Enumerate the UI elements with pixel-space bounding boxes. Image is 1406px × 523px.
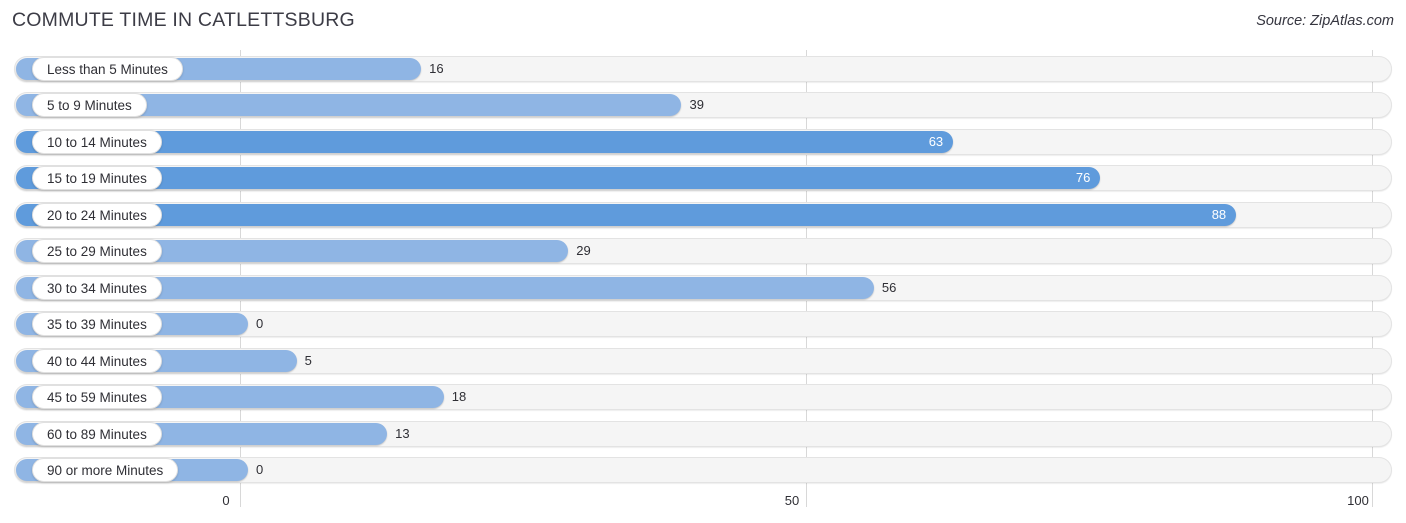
chart-row[interactable]: 39 5 to 9 Minutes (14, 92, 1392, 119)
chart-row[interactable]: 56 30 to 34 Minutes (14, 274, 1392, 301)
bar-value-label: 0 (256, 461, 264, 477)
category-label[interactable]: 25 to 29 Minutes (32, 239, 162, 264)
plot-area: 16 Less than 5 Minutes 39 5 to 9 Minutes 63 1… (0, 50, 1406, 485)
chart-row[interactable]: 16 Less than 5 Minutes (14, 56, 1392, 82)
x-axis: 0 50 100 (0, 485, 1406, 523)
chart-row[interactable]: 18 45 to 59 Minutes (14, 384, 1392, 411)
bar-value-label: 16 (429, 61, 444, 76)
x-tick-mark (240, 485, 241, 507)
x-tick-label: 50 (784, 493, 800, 508)
category-label[interactable]: 45 to 59 Minutes (32, 385, 162, 410)
bar-value-label: 88 (1211, 206, 1227, 222)
chart-row[interactable]: 13 60 to 89 Minutes (14, 420, 1392, 447)
x-tick-mark (806, 485, 807, 507)
bar[interactable]: 76 (16, 167, 1101, 190)
bar-value-label: 76 (1075, 170, 1091, 186)
category-label[interactable]: 40 to 44 Minutes (32, 348, 162, 373)
bar[interactable]: 88 (16, 203, 1237, 226)
category-label[interactable]: 15 to 19 Minutes (32, 166, 162, 191)
x-tick-label: 0 (222, 493, 230, 508)
category-label[interactable]: 20 to 24 Minutes (32, 202, 162, 227)
bar-value-label: 18 (451, 389, 467, 405)
x-tick-label: 100 (1347, 493, 1369, 508)
chart-row[interactable]: 63 10 to 14 Minutes (14, 128, 1392, 155)
bar-value-label: 29 (576, 243, 591, 259)
chart-row[interactable]: 5 40 to 44 Minutes (14, 347, 1392, 374)
category-label[interactable]: 30 to 34 Minutes (32, 275, 162, 300)
chart-row[interactable]: 0 90 or more Minutes (14, 456, 1392, 483)
category-label[interactable]: 5 to 9 Minutes (32, 93, 147, 118)
page-title: COMMUTE TIME IN CATLETTSBURG (12, 9, 355, 31)
chart-row[interactable]: 29 25 to 29 Minutes (14, 238, 1392, 265)
bar-value-label: 5 (304, 352, 312, 368)
chart-row[interactable]: 0 35 to 39 Minutes (14, 311, 1392, 338)
category-label[interactable]: 35 to 39 Minutes (32, 312, 162, 337)
bar-value-label: 63 (928, 133, 944, 149)
category-label[interactable]: 10 to 14 Minutes (32, 129, 162, 154)
chart-row[interactable]: 76 15 to 19 Minutes (14, 165, 1392, 192)
bar-value-label: 0 (256, 316, 264, 332)
category-label[interactable]: 60 to 89 Minutes (32, 421, 162, 446)
bar-value-label: 39 (689, 97, 704, 113)
category-label[interactable]: Less than 5 Minutes (32, 57, 183, 81)
bar-value-label: 13 (395, 425, 410, 441)
bar-value-label: 56 (881, 279, 897, 295)
category-label[interactable]: 90 or more Minutes (32, 457, 179, 482)
chart-row[interactable]: 88 20 to 24 Minutes (14, 201, 1392, 228)
chart-page: COMMUTE TIME IN CATLETTSBURG Source: Zip… (0, 0, 1406, 523)
source-attribution: Source: ZipAtlas.com (1256, 13, 1394, 29)
x-tick-mark (1372, 485, 1373, 507)
